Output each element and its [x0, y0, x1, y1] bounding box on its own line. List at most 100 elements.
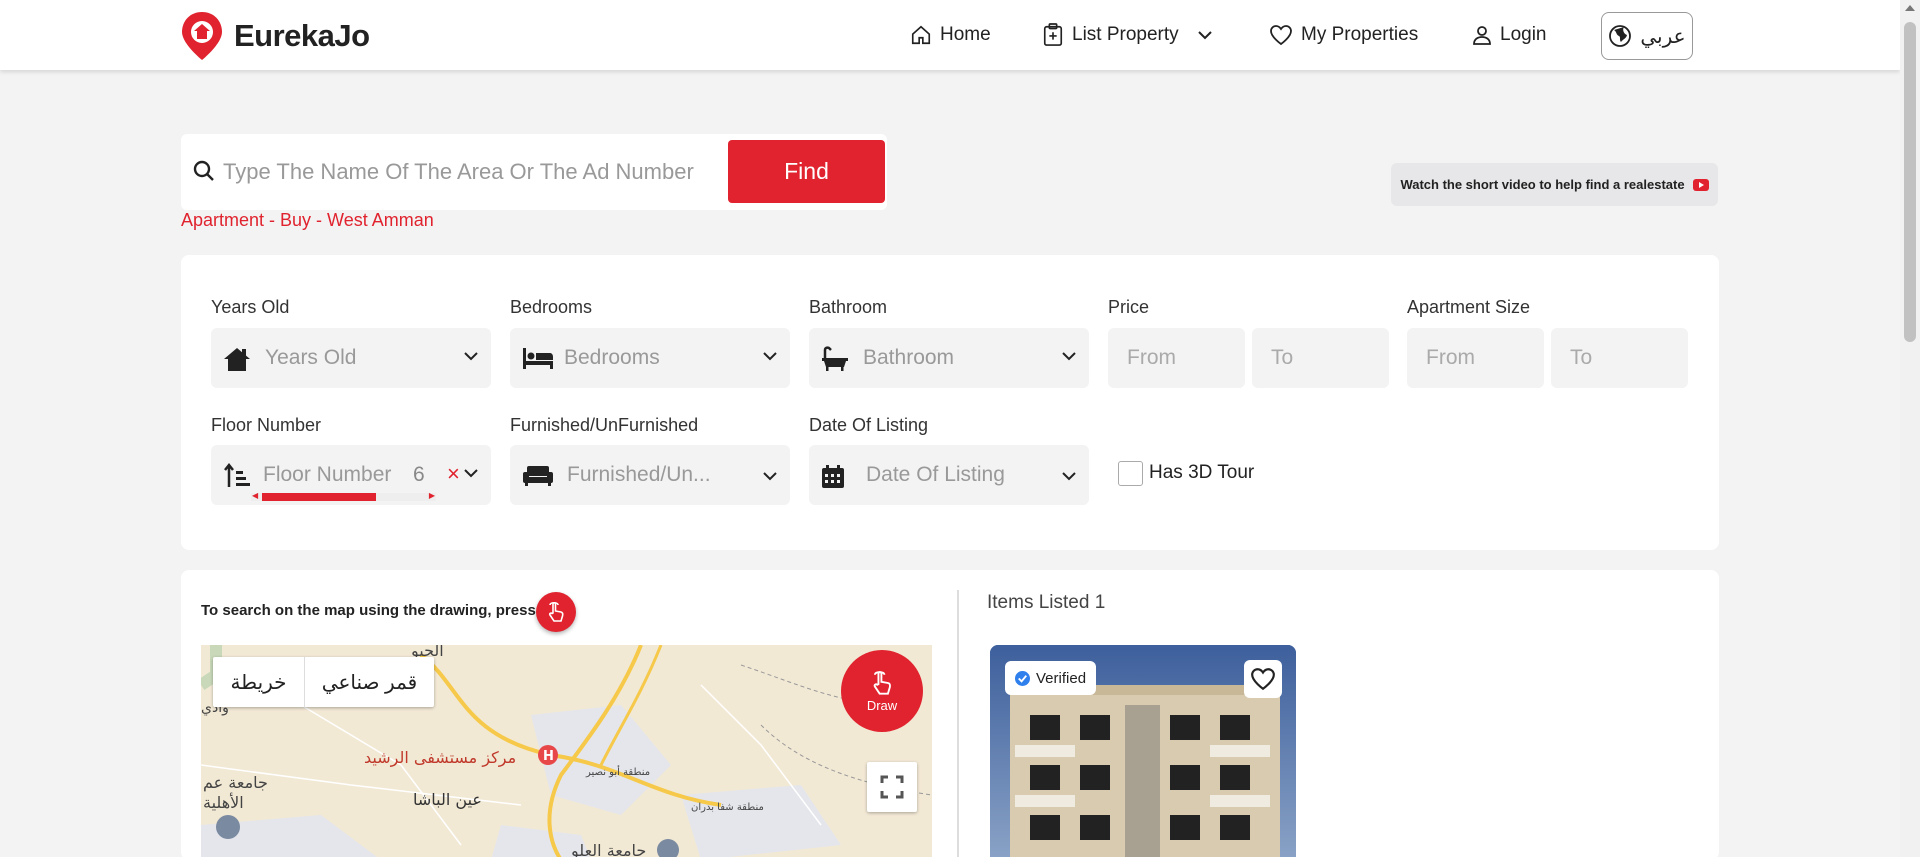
floor-number-placeholder: Floor Number — [263, 463, 392, 486]
hand-pointer-icon — [873, 670, 891, 695]
chevron-down-icon — [1062, 472, 1076, 481]
map-type-map-button[interactable]: خريطة — [213, 657, 305, 707]
brand-logo[interactable]: EurekaJo — [180, 10, 370, 62]
heart-icon — [1251, 668, 1275, 691]
chevron-down-icon — [1197, 31, 1212, 40]
hand-pointer-icon — [548, 601, 564, 622]
sofa-icon — [523, 466, 553, 486]
watch-video-label: Watch the short video to help find a rea… — [1400, 177, 1685, 192]
bathroom-select[interactable]: Bathroom — [809, 328, 1089, 388]
bathroom-placeholder: Bathroom — [863, 346, 955, 369]
fullscreen-button[interactable] — [867, 762, 917, 812]
nav-login-label: Login — [1500, 24, 1547, 45]
bathtub-icon — [822, 346, 848, 371]
scroll-right-arrow[interactable]: ▶ — [429, 491, 435, 500]
map-label-hospital: مركز مستشفى الرشيد — [364, 748, 517, 767]
page-scrollbar[interactable] — [1900, 0, 1920, 857]
calendar-icon — [822, 465, 844, 488]
language-switch-button[interactable]: عربي — [1601, 12, 1693, 60]
search-bar: Find — [181, 134, 887, 210]
price-from-input[interactable] — [1108, 328, 1245, 388]
map-label-abu-nuseir: منطقة أبو نصير — [586, 767, 651, 778]
language-label: عربي — [1640, 25, 1686, 48]
favorite-button[interactable] — [1244, 660, 1282, 698]
house-icon — [224, 348, 250, 371]
heart-icon — [1270, 25, 1292, 46]
bedrooms-placeholder: Bedrooms — [564, 346, 660, 369]
items-listed-count: Items Listed 1 — [987, 592, 1106, 613]
fullscreen-icon — [880, 775, 904, 799]
clipboard-plus-icon — [1043, 23, 1063, 46]
globe-icon — [1609, 25, 1632, 47]
furnished-placeholder: Furnished/Un... — [567, 463, 711, 486]
floor-number-label: Floor Number — [211, 415, 322, 435]
user-icon — [1473, 26, 1491, 45]
price-to-input[interactable] — [1252, 328, 1389, 388]
draw-button-label: Draw — [866, 697, 898, 713]
bedrooms-select[interactable]: Bedrooms — [510, 328, 790, 388]
results-panel: To search on the map using the drawing, … — [181, 570, 1719, 857]
verified-badge: Verified — [1005, 661, 1097, 695]
verified-label: Verified — [1036, 669, 1087, 687]
hint-draw-button[interactable] — [536, 592, 576, 632]
size-to-input[interactable] — [1551, 328, 1688, 388]
verified-check-icon — [1015, 670, 1030, 686]
scroll-left-arrow[interactable]: ◀ — [252, 491, 258, 500]
search-breadcrumb[interactable]: Apartment - Buy - West Amman — [181, 210, 434, 231]
nav-home[interactable]: Home — [910, 0, 991, 70]
property-card[interactable]: Verified — [990, 645, 1296, 857]
home-icon — [911, 25, 931, 45]
map-label-ain-al-basha: عين الباشا — [413, 790, 482, 809]
svg-text:H: H — [543, 749, 554, 764]
top-navbar: EurekaJo Home List Property My Propertie… — [0, 0, 1900, 70]
search-icon — [193, 160, 214, 181]
bedrooms-label: Bedrooms — [510, 297, 593, 317]
nav-login[interactable]: Login — [1472, 0, 1547, 70]
bathroom-label: Bathroom — [809, 297, 888, 317]
filters-panel: Years Old Years Old Bedrooms Bedrooms Ba… — [181, 255, 1719, 550]
map-type-toggle: خريطة قمر صناعي — [213, 657, 434, 707]
map-label-university: جامعة عم — [203, 773, 268, 792]
map-type-satellite-button[interactable]: قمر صناعي — [305, 657, 434, 707]
floor-scroll-track[interactable]: ◀ ▶ — [251, 491, 436, 501]
sort-ascending-icon — [224, 463, 250, 487]
nav-my-properties-label: My Properties — [1301, 24, 1419, 45]
bed-icon — [523, 348, 553, 369]
map-view[interactable]: H مركز مستشفى الرشيد عين الباشا جامعة عم… — [201, 645, 932, 857]
logo-pin-icon — [182, 12, 222, 60]
years-old-select[interactable]: Years Old — [211, 328, 491, 388]
furnished-label: Furnished/UnFurnished — [510, 415, 699, 435]
draw-hint-text: To search on the map using the drawing, … — [201, 602, 536, 619]
map-label-shafa-badran: منطقة شفا بدران — [691, 802, 764, 813]
find-button[interactable]: Find — [728, 140, 885, 203]
nav-home-label: Home — [940, 24, 991, 45]
chevron-down-icon — [763, 472, 777, 481]
has-3d-tour-label[interactable]: Has 3D Tour — [1149, 462, 1254, 484]
date-of-listing-select[interactable]: Date Of Listing — [809, 445, 1089, 505]
nav-list-property[interactable]: List Property — [1042, 0, 1213, 70]
years-old-placeholder: Years Old — [265, 346, 357, 369]
brand-name: EurekaJo — [234, 18, 370, 53]
floor-number-select[interactable]: Floor Number 6 × ◀ ▶ — [211, 445, 491, 505]
chevron-down-icon — [464, 352, 478, 361]
map-label-university-science: جامعة العلو — [571, 841, 647, 857]
price-label: Price — [1108, 297, 1150, 317]
floor-number-value: 6 — [413, 463, 425, 486]
has-3d-tour-checkbox[interactable] — [1118, 461, 1143, 486]
date-of-listing-placeholder: Date Of Listing — [866, 463, 1005, 486]
scroll-up-arrow[interactable] — [1905, 5, 1915, 11]
chevron-down-icon — [763, 352, 777, 361]
clear-icon[interactable]: × — [447, 461, 460, 487]
furnished-select[interactable]: Furnished/Un... — [510, 445, 790, 505]
map-label-ahliyya: الأهلية — [203, 793, 244, 812]
panel-divider — [957, 590, 959, 857]
nav-my-properties[interactable]: My Properties — [1269, 0, 1418, 70]
chevron-down-icon — [1062, 352, 1076, 361]
search-input[interactable] — [223, 152, 703, 192]
scrollbar-thumb[interactable] — [1904, 22, 1916, 342]
watch-video-button[interactable]: Watch the short video to help find a rea… — [1391, 163, 1718, 206]
apartment-size-label: Apartment Size — [1407, 297, 1531, 317]
size-from-input[interactable] — [1407, 328, 1544, 388]
years-old-label: Years Old — [211, 297, 290, 317]
draw-button[interactable]: Draw — [841, 650, 923, 732]
